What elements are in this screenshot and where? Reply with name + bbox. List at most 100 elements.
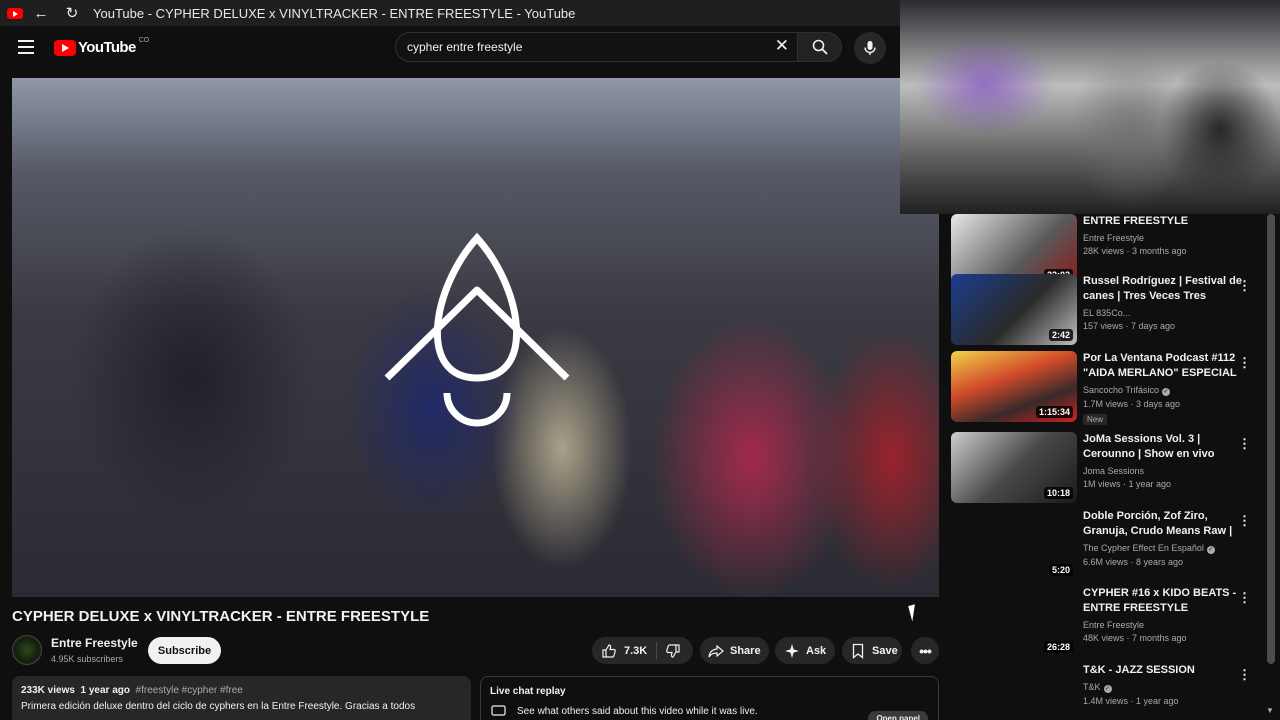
bookmark-icon [852,643,864,659]
more-vertical-icon[interactable]: ⋮ [1238,590,1251,606]
video-title[interactable]: Doble Porción, Zof Ziro, Granuja, Crudo … [1083,509,1243,539]
list-item[interactable]: 10:18 JoMa Sessions Vol. 3 | Cerounno | … [951,432,1263,504]
more-horizontal-icon: ••• [919,642,932,659]
video-title[interactable]: JoMa Sessions Vol. 3 | Cerounno | Show e… [1083,432,1243,462]
thumbs-down-icon [666,643,680,658]
like-count: 7.3K [624,644,648,657]
video-stats: 1.4M views · 1 year ago [1083,696,1179,706]
subscriber-count: 4.95K subscribers [51,654,124,664]
reload-icon[interactable]: ↻ [59,0,85,26]
close-icon[interactable]: ✕ [775,36,789,56]
verified-icon: ✓ [1162,388,1171,396]
ask-button[interactable]: Ask [775,637,835,664]
more-vertical-icon[interactable]: ⋮ [1238,278,1251,294]
description-box[interactable]: 233K views 1 year ago #freestyle #cypher… [12,676,471,720]
scroll-down-icon[interactable]: ▼ [1266,706,1274,715]
video-title[interactable]: Por La Ventana Podcast #112 "AIDA MERLAN… [1083,351,1243,381]
video-title[interactable]: ENTRE FREESTYLE [1083,214,1243,229]
logo-region: CO [138,37,150,44]
more-vertical-icon[interactable]: ⋮ [1238,667,1251,683]
video-thumbnail[interactable]: 1:15:34 [951,351,1077,422]
video-stats: 48K views · 7 months ago [1083,633,1187,643]
youtube-play-icon [54,39,76,56]
channel-name[interactable]: Joma Sessions [1083,466,1243,476]
video-thumbnail[interactable]: 5:20 [951,509,1077,580]
video-info: Por La Ventana Podcast #112 "AIDA MERLAN… [1083,351,1243,427]
search-button[interactable] [797,32,842,62]
youtube-favicon-icon [7,7,23,19]
new-badge: New [1083,414,1108,425]
subscribe-button[interactable]: Subscribe [148,637,221,664]
browser-tab-title: YouTube - CYPHER DELUXE x VINYLTRACKER -… [93,5,576,21]
video-player[interactable] [12,78,939,597]
microphone-icon [864,41,876,55]
chat-description: See what others said about this video wh… [517,705,758,717]
video-title[interactable]: Russel Rodríguez | Festival de canes | T… [1083,274,1243,304]
menu-icon[interactable] [18,40,34,54]
video-info: JoMa Sessions Vol. 3 | Cerounno | Show e… [1083,432,1243,489]
thumbs-up-icon [602,643,616,658]
video-thumbnail[interactable]: 26:28 [951,586,1077,657]
list-item[interactable]: T&K - JAZZ SESSION T&K ✓ 1.4M views · 1 y… [951,663,1263,720]
list-item[interactable]: 5:20 Doble Porción, Zof Ziro, Granuja, C… [951,509,1263,581]
list-item[interactable]: 26:28 CYPHER #16 x KIDO BEATS - ENTRE FR… [951,586,1263,658]
video-title[interactable]: T&K - JAZZ SESSION [1083,663,1243,678]
channel-name[interactable]: Entre Freestyle [1083,233,1243,243]
video-stats: 28K views · 3 months ago [1083,246,1187,256]
channel-name[interactable]: The Cypher Effect En Español ✓ [1083,543,1243,554]
share-label: Share [730,644,761,657]
like-button[interactable]: 7.3K [592,642,657,659]
ask-label: Ask [806,644,827,657]
back-arrow-icon[interactable]: ← [28,0,54,26]
description-meta: 233K views 1 year ago #freestyle #cypher… [21,685,462,696]
channel-name-text: The Cypher Effect En Español [1083,543,1204,553]
like-dislike-group: 7.3K [592,637,693,664]
chat-title: Live chat replay [490,686,566,697]
video-title: CYPHER DELUXE x VINYLTRACKER - ENTRE FRE… [12,608,430,625]
webcam-overlay [900,0,1280,214]
share-icon [708,644,724,657]
video-info: Doble Porción, Zof Ziro, Granuja, Crudo … [1083,509,1243,567]
list-item[interactable]: 2:42 Russel Rodríguez | Festival de cane… [951,274,1263,346]
list-item[interactable]: 1:15:34 Por La Ventana Podcast #112 "AID… [951,351,1263,425]
search-input[interactable]: cypher entre freestyle ✕ [395,32,798,62]
scrollbar[interactable] [1267,214,1275,664]
dislike-button[interactable] [657,643,681,659]
channel-name[interactable]: Entre Freestyle [51,636,138,650]
recommendations-list: 22:02 ENTRE FREESTYLE Entre Freestyle 28… [951,214,1263,720]
more-vertical-icon[interactable]: ⋮ [1238,355,1251,371]
channel-name[interactable]: T&K ✓ [1083,682,1243,693]
video-stats: 6.6M views · 8 years ago [1083,557,1184,567]
chat-description-row: See what others said about this video wh… [490,705,929,717]
chat-icon [491,705,506,716]
open-panel-button[interactable]: Open panel [868,711,928,720]
video-stats: 1M views · 1 year ago [1083,479,1172,489]
masthead: YouTube CO cypher entre freestyle ✕ [0,26,900,70]
avatar[interactable] [12,635,42,665]
channel-name[interactable]: EL 835Co... [1083,308,1243,318]
channel-name-text: Sancocho Trifásico [1083,385,1160,395]
video-info: CYPHER #16 x KIDO BEATS - ENTRE FREESTYL… [1083,586,1243,643]
hashtags[interactable]: #freestyle #cypher #free [136,685,243,696]
video-thumbnail[interactable]: 10:18 [951,432,1077,503]
description-text: Primera edición deluxe dentro del ciclo … [21,701,416,712]
channel-name[interactable]: Sancocho Trifásico ✓ [1083,385,1243,396]
live-chat-replay: Live chat replay See what others said ab… [480,676,939,720]
video-thumbnail[interactable] [951,663,1077,720]
voice-search-button[interactable] [854,32,886,64]
youtube-logo[interactable]: YouTube CO [54,37,150,56]
video-title[interactable]: CYPHER #16 x KIDO BEATS - ENTRE FREESTYL… [1083,586,1243,616]
more-vertical-icon[interactable]: ⋮ [1238,513,1251,529]
search-query: cypher entre freestyle [407,40,523,54]
channel-watermark-logo [384,232,570,427]
duration-badge: 1:15:34 [1035,406,1073,418]
channel-name[interactable]: Entre Freestyle [1083,620,1243,630]
duration-badge: 10:18 [1043,487,1073,499]
more-vertical-icon[interactable]: ⋮ [1238,436,1251,452]
save-button[interactable]: Save [842,637,902,664]
more-actions-button[interactable]: ••• [911,637,939,664]
video-thumbnail[interactable]: 2:42 [951,274,1077,345]
share-button[interactable]: Share [700,637,769,664]
video-stats: 1.7M views · 3 days ago [1083,399,1181,409]
video-info: T&K - JAZZ SESSION T&K ✓ 1.4M views · 1 y… [1083,663,1243,706]
